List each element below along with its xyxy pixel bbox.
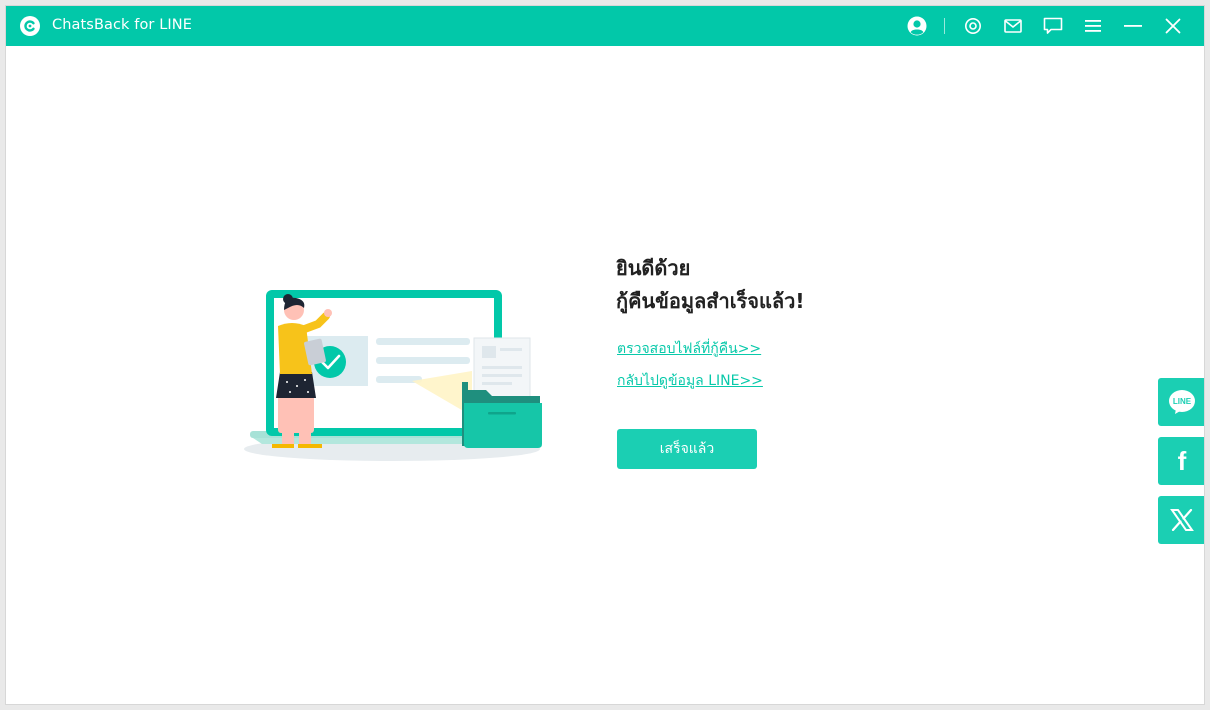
line-icon-text: LINE xyxy=(1173,397,1192,406)
headline-line-2: กู้คืนข้อมูลสำเร็จแล้ว! xyxy=(616,289,805,313)
title-bar[interactable]: ChatsBack for LINE xyxy=(6,6,1204,46)
app-title: ChatsBack for LINE xyxy=(52,17,192,33)
menu-icon[interactable] xyxy=(1083,16,1103,36)
done-button[interactable]: เสร็จแล้ว xyxy=(617,429,757,469)
line-share-button[interactable]: LINE xyxy=(1158,378,1204,426)
success-headline: ยินดีด้วย กู้คืนข้อมูลสำเร็จแล้ว! xyxy=(616,252,805,318)
settings-icon[interactable] xyxy=(963,16,983,36)
x-icon xyxy=(1170,509,1194,531)
titlebar-separator xyxy=(944,18,945,34)
facebook-share-button[interactable]: f xyxy=(1158,437,1204,485)
user-avatar-icon[interactable] xyxy=(907,16,927,36)
facebook-icon: f xyxy=(1177,446,1187,476)
headline-line-1: ยินดีด้วย xyxy=(616,256,691,280)
feedback-icon[interactable] xyxy=(1043,16,1063,36)
minimize-icon[interactable] xyxy=(1123,16,1143,36)
back-to-line-data-link[interactable]: กลับไปดูข้อมูล LINE>> xyxy=(617,370,763,392)
success-illustration xyxy=(242,286,546,466)
line-icon: LINE xyxy=(1169,390,1195,414)
close-icon[interactable] xyxy=(1163,16,1183,36)
app-logo-icon xyxy=(20,16,40,36)
main-content: ยินดีด้วย กู้คืนข้อมูลสำเร็จแล้ว! ตรวจสอ… xyxy=(6,46,1204,704)
mail-icon[interactable] xyxy=(1003,16,1023,36)
view-recovered-files-link[interactable]: ตรวจสอบไฟล์ที่กู้คืน>> xyxy=(617,338,761,360)
app-window: ChatsBack for LINE ยินดีด้วย กู้คืนข้อมู… xyxy=(5,5,1205,705)
x-share-button[interactable] xyxy=(1158,496,1204,544)
